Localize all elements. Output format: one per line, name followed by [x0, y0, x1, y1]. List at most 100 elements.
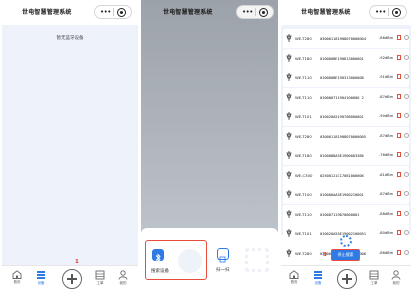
device-row[interactable]: WE-T110 010000BE190313000008 -91dBm [283, 68, 409, 87]
info-icon[interactable] [404, 249, 409, 255]
screen-device-list-empty: 世电智慧管理系统 ••• 暂无蓝牙设备 1 首页 设备 工单 我的 [2, 0, 138, 293]
device-row[interactable]: WE-T101 010020A5190708000001 -90dBm [283, 107, 409, 126]
title-bar: 世电智慧管理系统 ••• [281, 0, 411, 25]
device-list-icon [314, 271, 322, 279]
delete-icon[interactable] [397, 113, 401, 118]
tab-profile-label: 我的 [119, 281, 127, 285]
tab-devices[interactable]: 设备 [307, 270, 329, 292]
app-title: 世电智慧管理系统 [301, 9, 351, 16]
delete-icon[interactable] [397, 74, 401, 79]
info-icon[interactable] [404, 93, 409, 99]
info-icon[interactable] [404, 74, 409, 79]
info-icon[interactable] [404, 171, 409, 177]
more-icon[interactable]: ••• [375, 7, 386, 17]
info-icon[interactable] [404, 132, 409, 138]
stop-search-button[interactable]: 停止搜索 [331, 249, 360, 261]
grid-icon [369, 270, 379, 280]
app-title: 世电智慧管理系统 [163, 9, 213, 16]
device-name: WE-T180 [295, 153, 312, 158]
device-row[interactable]: WE-T100 010000AA5E1900210001 -87dBm [283, 185, 409, 204]
info-icon[interactable] [404, 230, 409, 235]
close-icon[interactable] [259, 8, 268, 17]
delete-icon[interactable] [397, 54, 401, 60]
device-signal: -88dBm [379, 211, 394, 216]
device-list-area: 暂无蓝牙设备 [2, 25, 138, 265]
mini-program-capsule[interactable]: ••• [236, 5, 274, 19]
device-row[interactable]: WE-T180 010000BE190813000001 -92dBm [283, 48, 409, 68]
tab-home[interactable]: 首页 [6, 270, 28, 292]
title-bar: 世电智慧管理系统 ••• [141, 0, 278, 25]
delete-icon[interactable] [397, 93, 401, 99]
grid-icon [95, 270, 105, 280]
device-signal: -76dBm [379, 153, 394, 157]
plug-icon [286, 92, 292, 101]
search-devices-option[interactable]: 搜索设备 [145, 240, 207, 280]
close-icon[interactable] [117, 8, 126, 17]
info-icon[interactable] [404, 113, 409, 118]
search-devices-label: 搜索设备 [151, 269, 169, 274]
tab-devices[interactable]: 设备 [30, 270, 52, 292]
device-row[interactable]: WE-T110 010007119070800001 -88dBm [283, 204, 409, 224]
device-signal: -91dBm [379, 75, 394, 79]
info-icon[interactable] [404, 191, 409, 196]
device-signal: -81dBm [379, 172, 394, 177]
add-button[interactable] [337, 269, 357, 289]
tab-profile-label: 我的 [392, 281, 400, 285]
delete-icon[interactable] [397, 230, 401, 235]
info-icon[interactable] [404, 210, 409, 216]
option-decoration [178, 249, 202, 273]
tab-profile[interactable]: 我的 [112, 270, 134, 292]
tab-devices-label: 设备 [37, 281, 45, 285]
device-id: 02500121C17081000006 [320, 172, 364, 178]
empty-state-text: 暂无蓝牙设备 [56, 36, 84, 41]
device-id: 010007119070800001 [320, 211, 360, 217]
delete-icon[interactable] [397, 171, 401, 177]
info-icon[interactable] [404, 35, 409, 40]
plug-icon [286, 34, 292, 42]
device-name: WE-C300 [295, 172, 313, 178]
device-name: WE-T280 [295, 250, 312, 256]
device-row[interactable]: WE-T110 010000711904100000 2 -87dBm [283, 87, 409, 107]
plug-icon [286, 73, 292, 81]
device-signal: -90dBm [379, 114, 394, 118]
delete-icon[interactable] [397, 35, 401, 40]
plug-icon [286, 190, 292, 198]
device-search-list: WE-T280 030001181908070000004 -86dBm WE-T18… [281, 25, 411, 263]
delete-icon[interactable] [397, 152, 401, 157]
device-name: WE-T280 [295, 133, 312, 139]
info-icon[interactable] [404, 54, 409, 60]
delete-icon[interactable] [397, 191, 401, 196]
more-icon[interactable]: ••• [242, 7, 253, 17]
info-icon[interactable] [404, 152, 409, 157]
delete-icon[interactable] [397, 210, 401, 216]
tab-home[interactable]: 首页 [283, 270, 305, 292]
plug-icon [286, 209, 292, 218]
device-signal: -87dBm [379, 133, 394, 138]
home-icon [289, 270, 299, 279]
mini-program-capsule[interactable]: ••• [94, 5, 132, 19]
mini-program-capsule[interactable]: ••• [369, 5, 407, 19]
tab-orders[interactable]: 工单 [363, 270, 385, 292]
add-button[interactable] [62, 269, 82, 289]
device-row[interactable]: WE-C300 02500121C17081000006 -81dBm [283, 165, 409, 185]
device-signal: -92dBm [379, 55, 394, 60]
device-id: 010000AA5E1900210001 [320, 192, 364, 197]
screen-add-device-sheet: 世电智慧管理系统 ••• 2 搜索设备 扫一扫 [141, 0, 278, 293]
more-icon[interactable]: ••• [100, 7, 111, 17]
tab-home-label: 首页 [290, 280, 298, 284]
scan-qr-option[interactable]: 扫一扫 [211, 240, 273, 280]
device-row[interactable]: WE-T280 030001181908070000005 -87dBm [283, 126, 409, 146]
device-signal: -86dBm [379, 36, 394, 40]
delete-icon[interactable] [397, 249, 401, 255]
device-row[interactable]: WE-T280 030001181908070000004 -86dBm [283, 29, 409, 48]
scan-icon [217, 248, 229, 263]
delete-icon[interactable] [397, 132, 401, 138]
tab-profile[interactable]: 我的 [385, 270, 407, 292]
tab-orders[interactable]: 工单 [89, 270, 111, 292]
plug-icon [286, 112, 292, 120]
device-row[interactable]: WE-T180 010008BA5E1900003386 -76dBm [283, 146, 409, 165]
close-icon[interactable] [392, 8, 401, 17]
tab-home-label: 首页 [13, 280, 21, 284]
tab-bar: 首页 设备 工单 我的 [2, 265, 138, 293]
loading-spinner-icon [340, 235, 352, 247]
